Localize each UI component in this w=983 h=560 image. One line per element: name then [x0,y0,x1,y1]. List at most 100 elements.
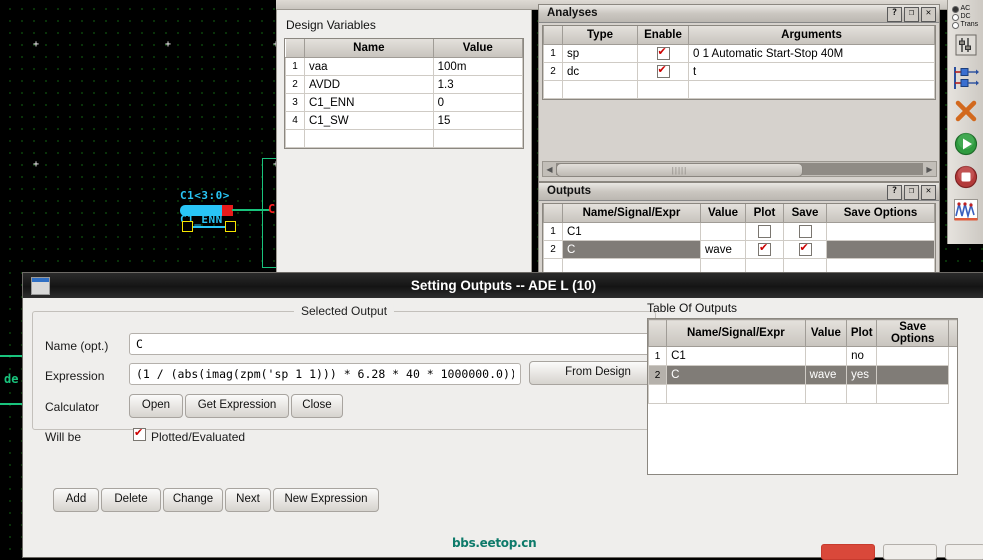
enable-checkbox[interactable] [656,45,670,60]
table-row-empty[interactable] [285,129,524,148]
table-row-empty[interactable] [543,80,935,99]
cell-enable[interactable] [637,62,689,81]
dialog-titlebar[interactable]: Setting Outputs -- ADE L (10) [23,273,983,298]
new-expression-button[interactable]: New Expression [273,488,379,512]
scroll-track[interactable]: ||||| [556,163,923,177]
stop-simulation-button[interactable] [951,162,981,192]
plot-checkbox[interactable] [758,241,771,256]
cell-enable[interactable] [637,44,689,63]
cell-enable[interactable] [637,80,689,99]
name-input[interactable] [129,333,650,355]
cell-name[interactable] [304,129,434,148]
scroll-thumb[interactable]: ||||| [556,163,803,177]
radio-dc[interactable]: DC [951,13,982,21]
calculator-close-button[interactable]: Close [291,394,343,418]
close-icon[interactable]: ✕ [921,185,936,200]
cell-plot[interactable] [745,240,784,259]
table-row[interactable]: 1 C1 [543,222,935,241]
table-row[interactable]: 1 C1 no [647,346,957,366]
cell-value[interactable] [804,384,848,404]
cell-value[interactable]: wave [804,365,848,385]
cell-arguments[interactable]: 0 1 Automatic Start-Stop 40M [688,44,935,63]
table-of-outputs[interactable]: Name/Signal/Expr Value Plot Save Options… [647,319,957,404]
table-row[interactable]: 2 AVDD 1.3 [285,75,524,94]
table-row[interactable]: 1 sp 0 1 Automatic Start-Stop 40M [543,44,935,63]
scroll-right-icon[interactable]: ▶ [923,165,936,174]
help-icon[interactable]: ? [887,7,902,22]
cell-plot[interactable]: no [846,346,878,366]
expression-input[interactable] [129,363,521,385]
table-row[interactable]: 2 dc t [543,62,935,81]
cell-value[interactable]: wave [700,240,746,259]
analyses-horizontal-scrollbar[interactable]: ◀ ||||| ▶ [542,161,937,177]
restore-icon[interactable]: ❐ [904,7,919,22]
cell-value[interactable]: 100m [432,57,524,76]
cell-name[interactable]: C1 [562,222,701,241]
save-checkbox[interactable] [798,241,812,256]
plot-results-button[interactable] [951,195,981,225]
close-icon[interactable]: ✕ [921,7,936,22]
outputs-table[interactable]: Name/Signal/Expr Value Plot Save Save Op… [543,204,935,277]
add-button[interactable]: Add [53,488,99,512]
cell-value[interactable] [700,222,746,241]
cell-save-options[interactable] [826,240,935,259]
variables-toolbar-button[interactable] [951,30,981,60]
run-simulation-button[interactable] [951,129,981,159]
plot-checkbox[interactable] [758,225,771,238]
cell-value[interactable]: 0 [432,93,524,112]
cell-name[interactable] [666,384,806,404]
analyses-window-buttons[interactable]: ? ❐ ✕ [887,7,936,22]
delete-button[interactable]: Delete [101,488,161,512]
dialog-ok-button[interactable] [821,544,875,560]
cell-save-options[interactable] [826,222,935,241]
analyses-toolbar-button[interactable] [951,63,981,93]
help-icon[interactable]: ? [887,185,902,200]
analyses-table[interactable]: Type Enable Arguments 1 sp 0 1 Automatic… [543,26,935,99]
table-of-outputs-wrapper[interactable]: Name/Signal/Expr Value Plot Save Options… [647,318,958,475]
table-row[interactable]: 3 C1_ENN 0 [285,93,524,112]
cell-save-options[interactable] [876,346,949,366]
table-row[interactable]: 4 C1_SW 15 [285,111,524,130]
cell-name[interactable]: AVDD [304,75,434,94]
cell-type[interactable] [562,80,638,99]
cell-name[interactable]: C1 [666,346,806,366]
cell-value[interactable] [432,129,524,148]
cell-name[interactable]: C [666,365,806,385]
setting-outputs-dialog[interactable]: Setting Outputs -- ADE L (10) Selected O… [22,272,983,560]
schematic-pin-marker[interactable] [222,205,233,216]
table-row[interactable]: 2 C wave yes [647,365,957,385]
simulation-toolbar[interactable]: AC DC Trans [947,0,983,244]
dialog-help-button[interactable] [945,544,983,560]
restore-icon[interactable]: ❐ [904,185,919,200]
cell-name[interactable]: C1_ENN [304,93,434,112]
plotted-evaluated-checkbox[interactable] [133,426,146,441]
cell-save[interactable] [783,240,827,259]
cell-type[interactable]: dc [562,62,638,81]
calculator-open-button[interactable]: Open [129,394,183,418]
cell-value[interactable] [804,346,848,366]
cell-plot[interactable] [846,384,878,404]
cell-arguments[interactable]: t [688,62,935,81]
schematic-terminal-right[interactable] [225,221,236,232]
enable-checkbox[interactable] [656,63,670,78]
cell-plot[interactable]: yes [846,365,878,385]
table-row-empty[interactable] [647,384,957,404]
table-row[interactable]: 2 C wave [543,240,935,259]
design-variables-table[interactable]: Name Value 1 vaa 100m 2 AVDD 1.3 3 C1_EN… [285,39,524,148]
change-button[interactable]: Change [163,488,223,512]
outputs-window-buttons[interactable]: ? ❐ ✕ [887,185,936,200]
table-row[interactable]: 1 vaa 100m [285,57,524,76]
cell-type[interactable]: sp [562,44,638,63]
analysis-mode-radiogroup[interactable]: AC DC Trans [950,4,982,30]
calculator-get-expression-button[interactable]: Get Expression [185,394,289,418]
cell-save[interactable] [783,222,827,241]
dialog-cancel-button[interactable] [883,544,937,560]
scroll-left-icon[interactable]: ◀ [543,165,556,174]
cell-plot[interactable] [745,222,784,241]
schematic-terminal-left[interactable] [182,221,193,232]
cell-value[interactable]: 15 [432,111,524,130]
next-button[interactable]: Next [225,488,271,512]
radio-ac[interactable]: AC [951,5,982,13]
cell-save-options[interactable] [876,365,949,385]
delete-toolbar-button[interactable] [951,96,981,126]
